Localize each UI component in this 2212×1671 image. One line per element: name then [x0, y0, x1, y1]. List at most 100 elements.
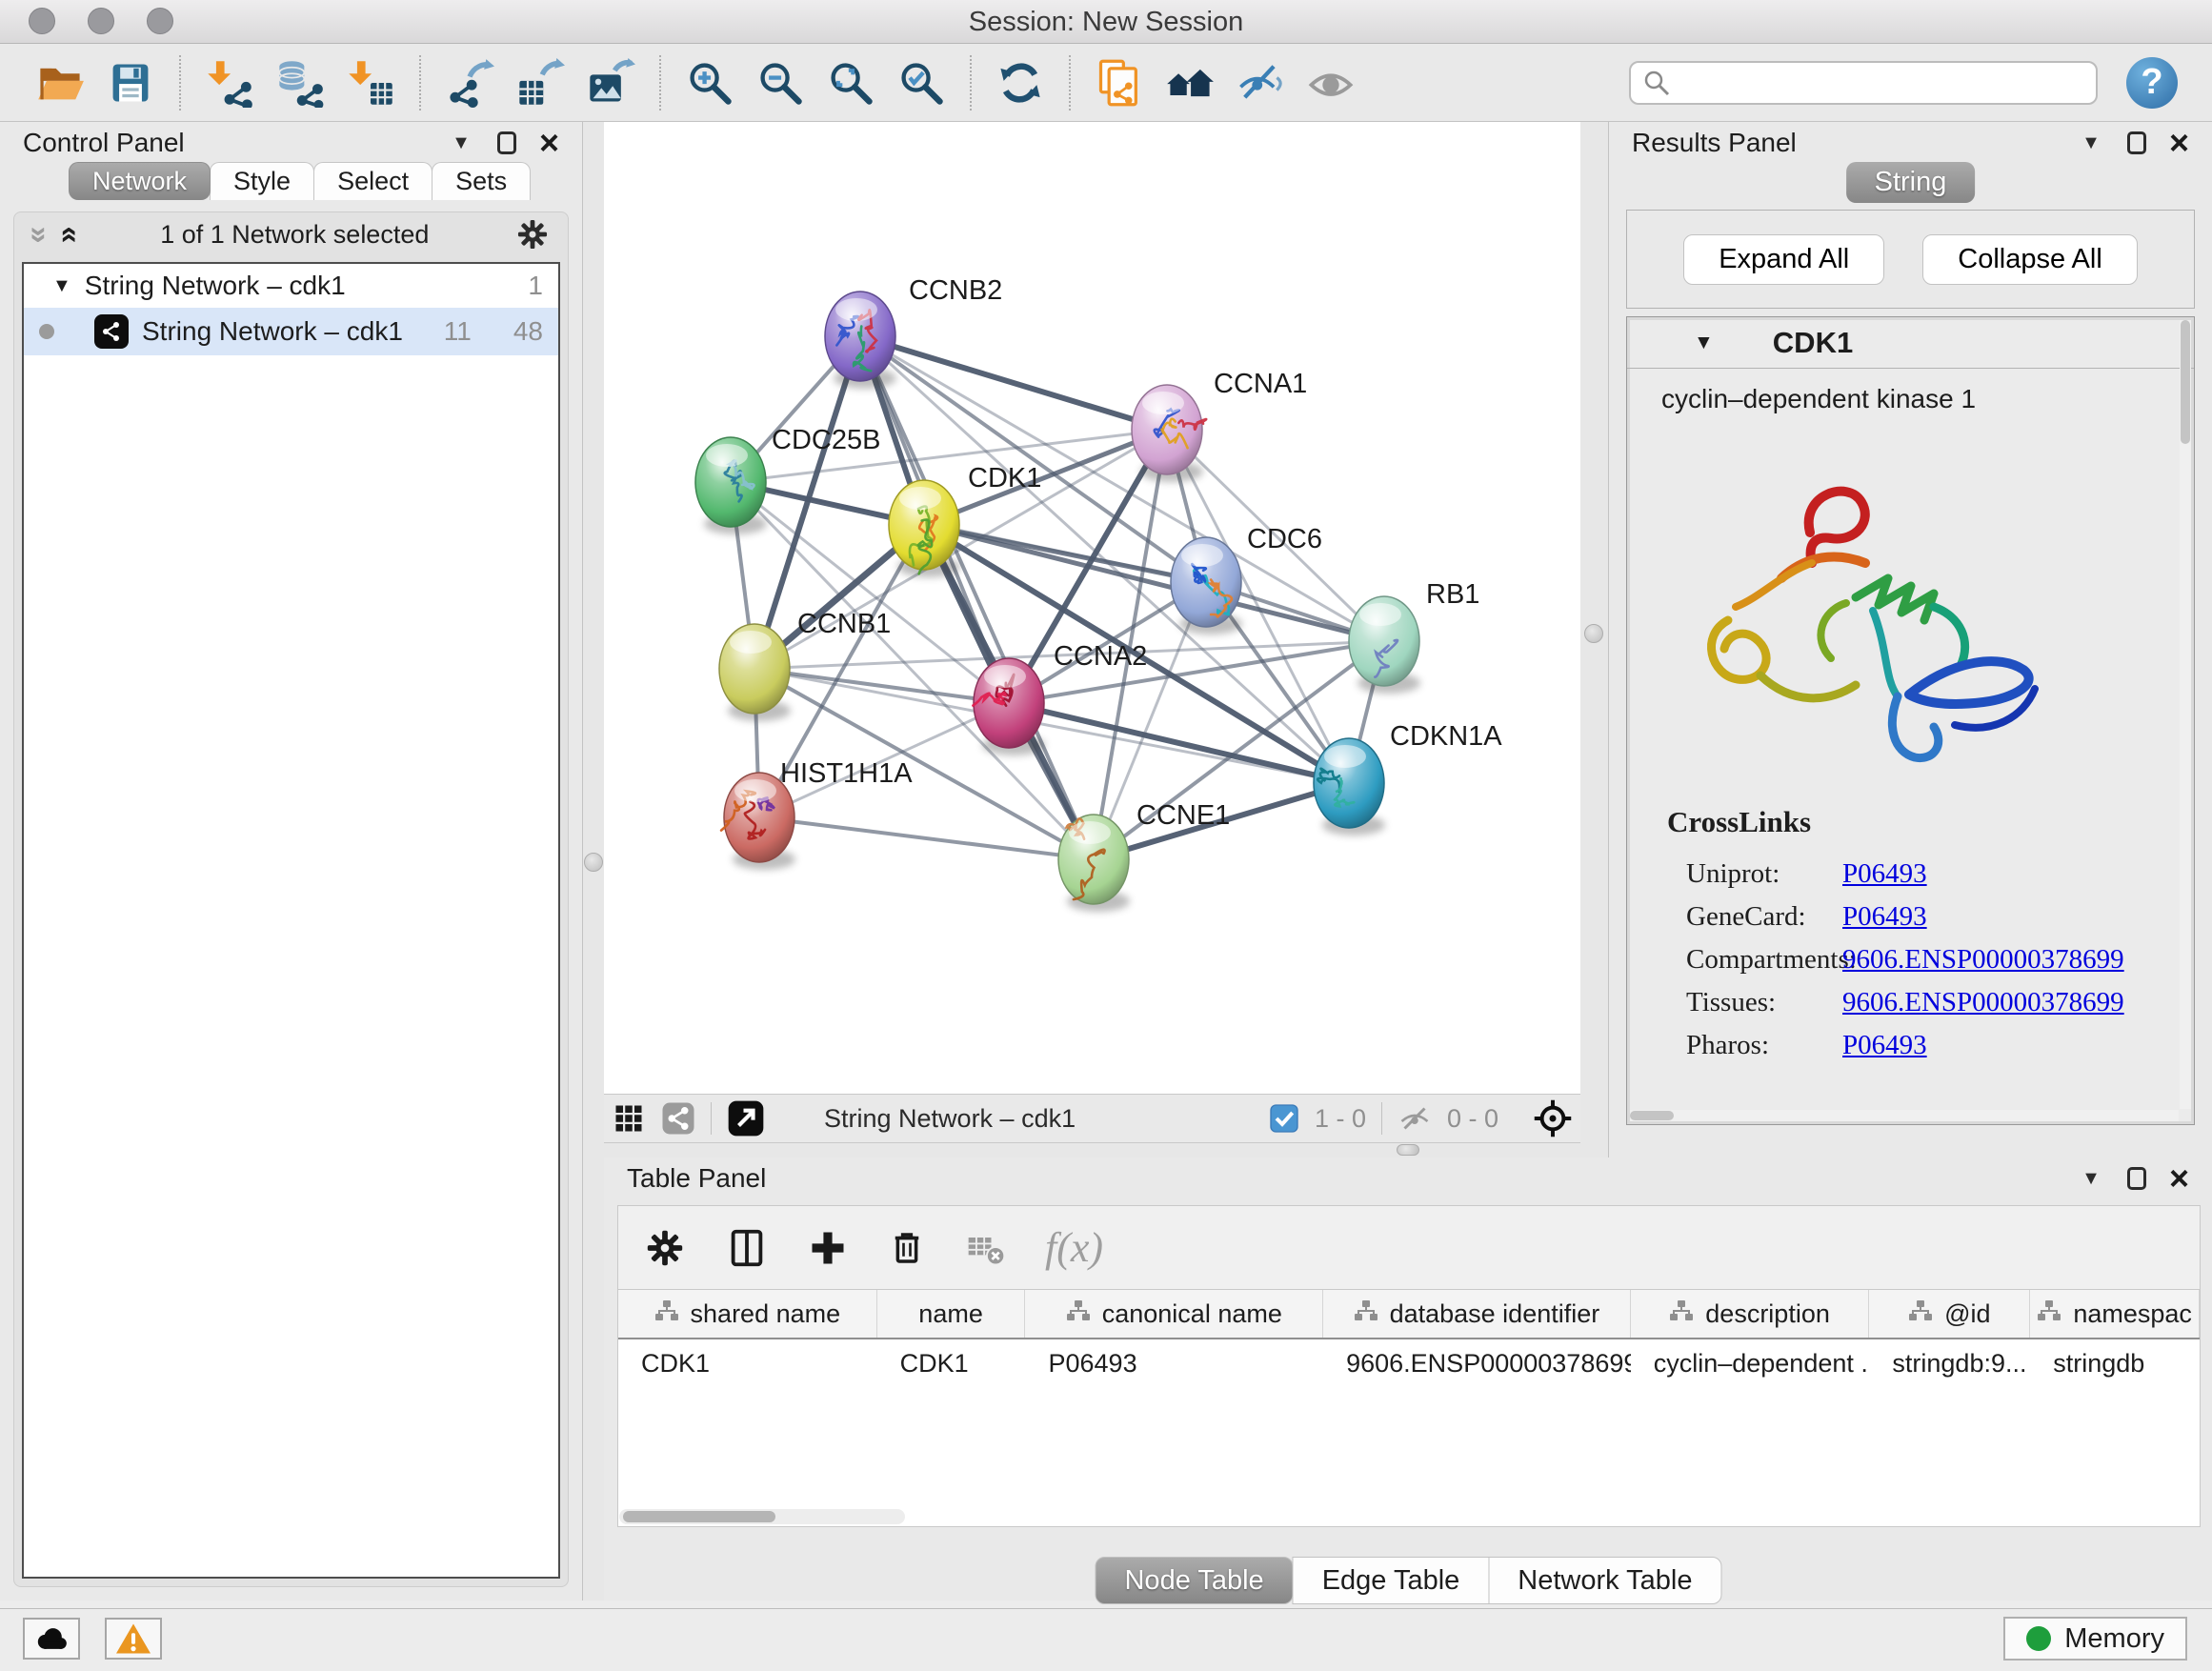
crosslinks-heading: CrossLinks [1627, 805, 2184, 839]
tab-select[interactable]: Select [313, 162, 432, 200]
show-columns-icon[interactable] [725, 1226, 769, 1270]
float-panel-icon[interactable] [2127, 131, 2146, 154]
column-header-canonical-name[interactable]: canonical name [1025, 1290, 1323, 1338]
node-label-CDC6: CDC6 [1247, 524, 1322, 554]
network-view-icon[interactable] [661, 1101, 695, 1136]
panel-menu-icon[interactable]: ▼ [2081, 1168, 2101, 1190]
column-header-namespac[interactable]: namespac [2030, 1290, 2200, 1338]
close-panel-icon[interactable]: × [2169, 1167, 2189, 1190]
copy-style-button[interactable] [1092, 55, 1147, 111]
table-cell[interactable]: 9606.ENSP00000378699 [1323, 1339, 1631, 1387]
table-cell[interactable]: CDK1 [877, 1339, 1026, 1387]
warning-icon [114, 1621, 152, 1656]
import-table-button[interactable] [343, 55, 398, 111]
left-splitter-handle[interactable] [584, 853, 603, 872]
toolbar-separator [1069, 55, 1071, 111]
tab-sets[interactable]: Sets [432, 162, 531, 200]
memory-button[interactable]: Memory [2003, 1617, 2187, 1661]
zoom-fit-button[interactable] [823, 55, 878, 111]
table-horizontal-scrollbar[interactable] [619, 1509, 905, 1524]
save-session-button[interactable] [103, 55, 158, 111]
crosslink-link[interactable]: 9606.ENSP00000378699 [1842, 987, 2124, 1018]
zoom-in-button[interactable] [682, 55, 737, 111]
close-panel-icon[interactable]: × [539, 131, 559, 154]
gene-header-row[interactable]: ▼ CDK1 [1627, 317, 2194, 369]
close-panel-icon[interactable]: × [2169, 131, 2189, 154]
results-horizontal-scrollbar[interactable] [1630, 1110, 2179, 1121]
gene-name: CDK1 [1773, 326, 1853, 360]
selected-checkbox-icon[interactable] [1269, 1103, 1299, 1134]
results-vertical-scrollbar[interactable] [2180, 320, 2191, 1109]
tab-network-table[interactable]: Network Table [1488, 1557, 1721, 1604]
grid-view-icon[interactable] [612, 1101, 646, 1136]
delete-column-icon[interactable] [887, 1228, 927, 1268]
cloud-icon [32, 1622, 70, 1655]
tab-style[interactable]: Style [210, 162, 314, 200]
export-table-button[interactable] [513, 55, 568, 111]
table-options-gear-icon[interactable] [643, 1226, 687, 1270]
collapse-all-button[interactable]: Collapse All [1922, 234, 2138, 285]
show-graphics-button[interactable] [1303, 55, 1358, 111]
table-cell[interactable]: P06493 [1026, 1339, 1324, 1387]
network-row-selected[interactable]: String Network – cdk1 11 48 [24, 308, 558, 355]
node-table[interactable]: shared namenamecanonical namedatabase id… [617, 1289, 2201, 1527]
column-header-shared-name[interactable]: shared name [618, 1290, 877, 1338]
network-options-gear-icon[interactable] [514, 216, 551, 252]
network-graph[interactable]: CCNB2CCNA1CDC25BCDK1CDC6RB1CCNB1CCNA2CDK… [604, 122, 1580, 1094]
add-column-icon[interactable] [807, 1227, 849, 1269]
status-bar: Memory [0, 1608, 2212, 1671]
crosslink-link[interactable]: P06493 [1842, 901, 1927, 933]
tree-expand-icon[interactable]: ▼ [52, 275, 71, 297]
panel-menu-icon[interactable]: ▼ [2081, 132, 2101, 154]
right-splitter-handle[interactable] [1584, 624, 1603, 643]
toolbar-separator [419, 55, 421, 111]
expand-all-networks-icon[interactable]: » [49, 226, 84, 243]
crosslink-link[interactable]: P06493 [1842, 858, 1927, 890]
column-header-@id[interactable]: @id [1869, 1290, 2030, 1338]
float-panel-icon[interactable] [497, 131, 516, 154]
tab-string[interactable]: String [1846, 162, 1976, 203]
warnings-button[interactable] [105, 1618, 162, 1660]
column-header-database-identifier[interactable]: database identifier [1323, 1290, 1631, 1338]
panel-menu-icon[interactable]: ▼ [452, 132, 471, 154]
tab-node-table[interactable]: Node Table [1095, 1557, 1293, 1604]
gene-collapse-icon[interactable]: ▼ [1694, 332, 1714, 354]
float-panel-icon[interactable] [2127, 1167, 2146, 1190]
import-network-button[interactable] [202, 55, 257, 111]
table-cell[interactable]: CDK1 [618, 1339, 877, 1387]
export-network-button[interactable] [442, 55, 497, 111]
tab-edge-table[interactable]: Edge Table [1293, 1557, 1490, 1604]
column-header-name[interactable]: name [877, 1290, 1026, 1338]
function-builder-icon[interactable]: f(x) [1045, 1223, 1103, 1272]
delete-table-icon[interactable] [965, 1227, 1007, 1269]
tab-network[interactable]: Network [69, 162, 211, 200]
table-cell[interactable]: cyclin–dependent ... [1631, 1339, 1870, 1387]
refresh-button[interactable] [993, 55, 1048, 111]
expand-all-button[interactable]: Expand All [1683, 234, 1884, 285]
crosslink-link[interactable]: P06493 [1842, 1030, 1927, 1061]
double-house-icon [1165, 58, 1215, 108]
string-hide-structures-button[interactable] [1233, 55, 1288, 111]
table-cell[interactable]: stringdb:9... [1869, 1339, 2030, 1387]
column-type-icon [654, 1299, 679, 1329]
hidden-eye-icon[interactable] [1398, 1101, 1432, 1136]
open-session-button[interactable] [32, 55, 88, 111]
export-image-button[interactable] [583, 55, 638, 111]
cloud-status-button[interactable] [23, 1618, 80, 1660]
detach-view-icon[interactable] [727, 1099, 765, 1137]
horizontal-splitter-handle[interactable] [1397, 1144, 1419, 1156]
copy-network-icon [1095, 58, 1144, 108]
network-collection-row[interactable]: ▼ String Network – cdk1 1 [24, 264, 558, 308]
network-canvas[interactable]: CCNB2CCNA1CDC25BCDK1CDC6RB1CCNB1CCNA2CDK… [604, 122, 1580, 1094]
table-cell[interactable]: stringdb [2030, 1339, 2200, 1387]
crosslink-link[interactable]: 9606.ENSP00000378699 [1842, 944, 2124, 976]
table-row[interactable]: CDK1CDK1P064939606.ENSP00000378699cyclin… [618, 1339, 2200, 1387]
birds-eye-view-icon[interactable] [1533, 1098, 1573, 1138]
zoom-out-button[interactable] [753, 55, 808, 111]
string-home-button[interactable] [1162, 55, 1217, 111]
zoom-selected-button[interactable] [894, 55, 949, 111]
search-input[interactable] [1680, 68, 2084, 97]
import-network-database-button[interactable] [272, 55, 328, 111]
help-button[interactable]: ? [2126, 57, 2178, 109]
column-header-description[interactable]: description [1631, 1290, 1870, 1338]
